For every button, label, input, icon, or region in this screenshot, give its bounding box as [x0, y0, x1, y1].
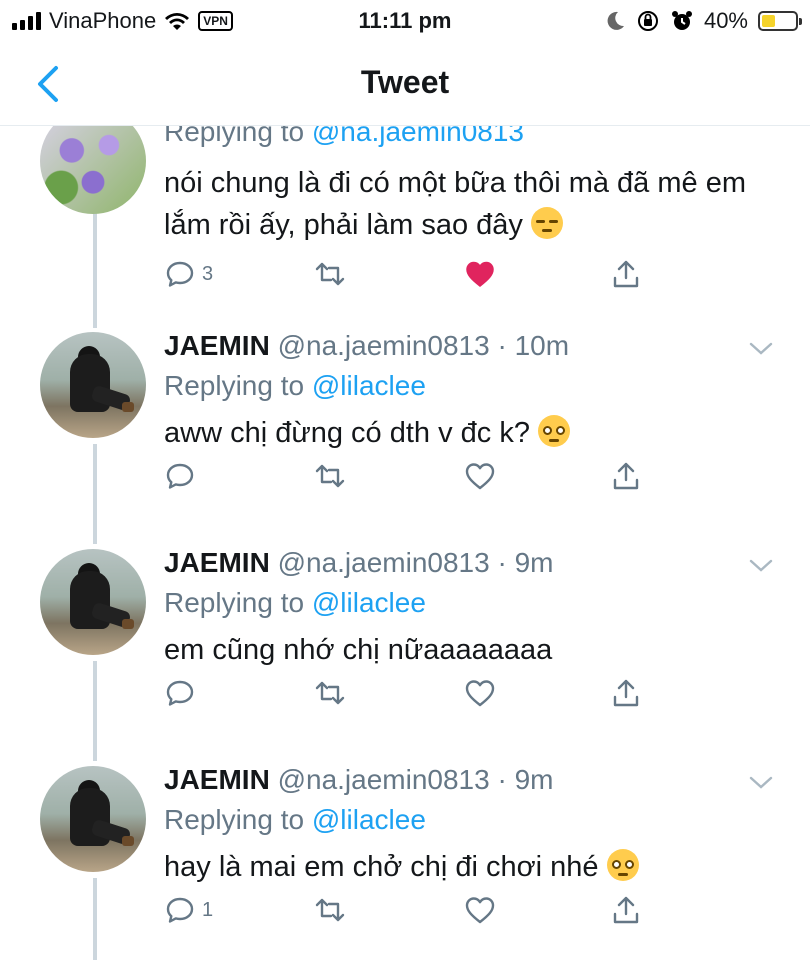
replying-to: Replying to @lilaclee — [164, 587, 426, 619]
dot-separator: · — [489, 547, 515, 578]
mention-link[interactable]: @lilaclee — [312, 804, 426, 835]
tweet-header: JAEMIN @na.jaemin0813 · 10m — [164, 330, 569, 362]
tweet-time: 9m — [514, 764, 554, 795]
retweet-icon — [315, 681, 345, 705]
thread-connector-line — [93, 878, 97, 960]
like-button[interactable] — [464, 890, 496, 930]
reply-icon — [166, 897, 194, 923]
thread-connector-line — [93, 661, 97, 761]
orientation-lock-icon — [637, 11, 658, 31]
like-button[interactable] — [464, 456, 496, 496]
share-icon — [613, 679, 639, 707]
retweet-icon — [315, 898, 345, 922]
replying-prefix: Replying to — [164, 370, 312, 401]
reply-count: 3 — [202, 262, 214, 285]
mention-link[interactable]: @lilaclee — [312, 370, 426, 401]
retweet-icon — [315, 464, 345, 488]
reply-button[interactable] — [164, 673, 202, 713]
dot-separator: · — [489, 764, 515, 795]
retweet-button[interactable] — [314, 254, 346, 294]
retweet-button[interactable] — [314, 673, 346, 713]
share-icon — [613, 260, 639, 288]
heart-icon — [465, 463, 495, 490]
replying-prefix: Replying to — [164, 126, 312, 147]
disappointed-face-emoji — [530, 207, 563, 239]
thread-connector-line — [93, 444, 97, 544]
share-icon — [613, 462, 639, 490]
chevron-down-icon[interactable] — [748, 338, 774, 358]
dot-separator: · — [489, 330, 515, 361]
navigation-bar: Tweet — [0, 42, 810, 126]
reply-button[interactable] — [164, 456, 202, 496]
tweet-actions — [164, 673, 664, 713]
replying-to: Replying to @lilaclee — [164, 370, 426, 402]
tweet-text-content: em cũng nhớ chị nữaaaaaaaa — [164, 634, 553, 666]
tweet-text-content: hay là mai em chở chị đi chơi nhé — [164, 851, 599, 883]
retweet-icon — [315, 262, 345, 286]
display-name[interactable]: JAEMIN — [164, 547, 270, 578]
tweet-text-content: nói chung là đi có một bữa thôi mà đã mê… — [164, 167, 746, 241]
status-right: 40% — [604, 8, 802, 34]
display-name[interactable]: JAEMIN — [164, 764, 270, 795]
user-handle[interactable]: @na.jaemin0813 — [278, 330, 490, 361]
user-handle[interactable]: @na.jaemin0813 — [278, 764, 490, 795]
avatar[interactable] — [40, 766, 146, 872]
share-icon — [613, 896, 639, 924]
mention-link[interactable]: @lilaclee — [312, 587, 426, 618]
tweet-thread[interactable]: Replying to @na.jaemin0813 nói chung là … — [0, 126, 810, 960]
display-name[interactable]: JAEMIN — [164, 330, 270, 361]
replying-to: Replying to @lilaclee — [164, 804, 426, 836]
tweet-text: em cũng nhớ chị nữaaaaaaaa — [164, 629, 764, 671]
like-button[interactable] — [464, 673, 496, 713]
avatar[interactable] — [40, 126, 146, 214]
tweet-actions — [164, 456, 664, 496]
retweet-button[interactable] — [314, 890, 346, 930]
replying-prefix: Replying to — [164, 587, 312, 618]
user-handle[interactable]: @na.jaemin0813 — [278, 547, 490, 578]
share-button[interactable] — [610, 254, 642, 294]
tweet-text-content: aww chị đừng có dth v đc k? — [164, 417, 530, 449]
share-button[interactable] — [610, 890, 642, 930]
moon-icon — [607, 11, 624, 30]
retweet-button[interactable] — [314, 456, 346, 496]
tweet-text: nói chung là đi có một bữa thôi mà đã mê… — [164, 162, 764, 246]
tweet-header: JAEMIN @na.jaemin0813 · 9m — [164, 547, 554, 579]
reply-button[interactable]: 1 — [164, 890, 213, 930]
chevron-down-icon[interactable] — [748, 555, 774, 575]
reply-button[interactable]: 3 — [164, 254, 213, 294]
tweet-text: hay là mai em chở chị đi chơi nhé — [164, 846, 764, 888]
page-title: Tweet — [360, 64, 450, 100]
battery-charging-icon — [758, 11, 802, 31]
avatar[interactable] — [40, 549, 146, 655]
pleading-face-emoji — [538, 415, 571, 447]
tweet-actions: 3 — [164, 254, 664, 294]
status-bar: VinaPhone VPN 11:11 pm 40% — [0, 0, 810, 42]
tweet-text: aww chị đừng có dth v đc k? — [164, 412, 764, 454]
share-button[interactable] — [610, 456, 642, 496]
share-button[interactable] — [610, 673, 642, 713]
mention-link[interactable]: @na.jaemin0813 — [312, 126, 524, 147]
avatar[interactable] — [40, 332, 146, 438]
like-button[interactable] — [464, 254, 496, 294]
battery-percent: 40% — [703, 8, 748, 33]
replying-prefix: Replying to — [164, 804, 312, 835]
reply-icon — [166, 261, 194, 287]
replying-to: Replying to @na.jaemin0813 — [164, 126, 524, 148]
reply-icon — [166, 680, 194, 706]
tweet-actions: 1 — [164, 890, 664, 930]
tweet-time: 9m — [514, 547, 554, 578]
heart-icon — [465, 897, 495, 924]
heart-filled-icon — [466, 261, 494, 287]
heart-icon — [465, 680, 495, 707]
chevron-down-icon[interactable] — [748, 772, 774, 792]
reply-icon — [166, 463, 194, 489]
tweet-time: 10m — [514, 330, 570, 361]
tweet-header: JAEMIN @na.jaemin0813 · 9m — [164, 764, 554, 796]
pleading-face-emoji — [606, 849, 639, 881]
alarm-icon — [671, 11, 692, 30]
reply-count: 1 — [202, 898, 214, 921]
